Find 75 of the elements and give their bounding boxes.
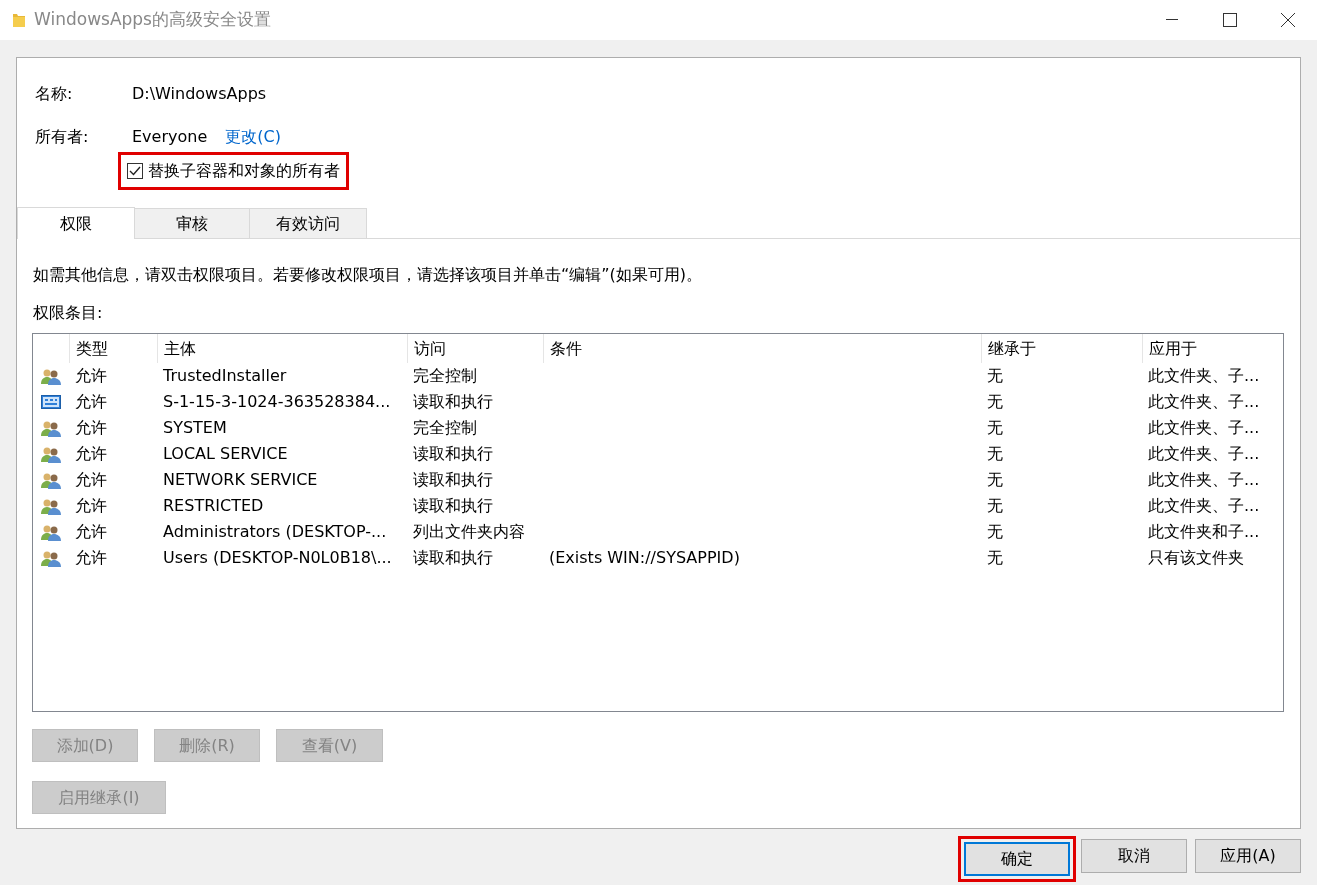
table-cell-text: 允许 — [74, 469, 108, 491]
table-cell-text: 允许 — [74, 365, 108, 387]
table-cell-text: 无 — [986, 391, 1004, 413]
change-owner-link[interactable]: 更改(C) — [225, 125, 281, 149]
table-cell-text: SYSTEM — [162, 417, 228, 439]
table-cell-text: 此文件夹、子... — [1147, 443, 1261, 465]
entries-label: 权限条目: — [32, 302, 104, 324]
table-cell-text: 允许 — [74, 547, 108, 569]
column-header[interactable]: 访问 — [407, 334, 543, 363]
table-cell-text: 无 — [986, 417, 1004, 439]
table-cell-text: 列出文件夹内容 — [412, 521, 526, 543]
table-cell-text: 无 — [986, 547, 1004, 569]
info-text: 如需其他信息，请双击权限项目。若要修改权限项目，请选择该项目并单击“编辑”(如果可用)。 — [32, 264, 704, 286]
tab[interactable]: 权限 — [17, 207, 135, 239]
column-header[interactable]: 主体 — [157, 334, 407, 363]
checkbox-label: 替换子容器和对象的所有者 — [148, 160, 340, 182]
users-icon — [41, 523, 61, 541]
users-icon — [41, 445, 61, 463]
table-cell-text: S-1-15-3-1024-363528384... — [162, 391, 392, 413]
table-cell-text: 无 — [986, 443, 1004, 465]
table-cell-text: 允许 — [74, 443, 108, 465]
table-cell-text: LOCAL SERVICE — [162, 443, 289, 465]
table-cell-text: 无 — [986, 469, 1004, 491]
table-cell-text: 此文件夹、子... — [1147, 417, 1261, 439]
table-cell-text: 读取和执行 — [412, 443, 494, 465]
button[interactable]: 取消 — [1081, 839, 1187, 873]
column-header[interactable]: 应用于 — [1142, 334, 1281, 363]
minimize-icon — [1166, 19, 1178, 21]
table-cell-text: 无 — [986, 521, 1004, 543]
table-cell-text: 允许 — [74, 391, 108, 413]
tab[interactable]: 审核 — [134, 208, 250, 238]
users-icon — [41, 419, 61, 437]
column-header[interactable]: 条件 — [543, 334, 981, 363]
table-cell-text: TrustedInstaller — [162, 365, 288, 387]
table-cell-text: 无 — [986, 365, 1004, 387]
checkbox[interactable] — [127, 163, 143, 179]
table-cell-text: NETWORK SERVICE — [162, 469, 319, 491]
table-cell-text: 允许 — [74, 417, 108, 439]
table-cell-text: Users (DESKTOP-N0L0B18\... — [162, 547, 393, 569]
field-value: D:\WindowsApps — [132, 83, 267, 105]
close-icon — [1281, 13, 1295, 27]
table-cell-text: 完全控制 — [412, 417, 478, 439]
users-icon — [41, 549, 61, 567]
column-header[interactable]: 继承于 — [981, 334, 1142, 363]
folder-icon — [12, 12, 26, 28]
table-cell-text: Administrators (DESKTOP-... — [162, 521, 388, 543]
table-cell-text: RESTRICTED — [162, 495, 265, 517]
field-label: 所有者: — [35, 126, 90, 148]
table-cell-text: 此文件夹、子... — [1147, 365, 1261, 387]
maximize-icon — [1223, 13, 1237, 27]
tab[interactable]: 有效访问 — [249, 208, 367, 238]
table-cell-text: 无 — [986, 495, 1004, 517]
table-cell-text: 读取和执行 — [412, 495, 494, 517]
users-icon — [41, 367, 61, 385]
table-cell-text: 允许 — [74, 495, 108, 517]
table-cell-text: 读取和执行 — [412, 469, 494, 491]
users-icon — [41, 471, 61, 489]
users-icon — [41, 497, 61, 515]
window-title: WindowsApps的高级安全设置 — [34, 8, 271, 32]
table-cell-text: 此文件夹和子... — [1147, 521, 1261, 543]
table-cell-text: (Exists WIN://SYSAPPID) — [548, 547, 741, 569]
table-cell-text: 只有该文件夹 — [1147, 547, 1245, 569]
table-cell-text: 读取和执行 — [412, 547, 494, 569]
table-cell-text: 完全控制 — [412, 365, 478, 387]
app-icon — [41, 395, 61, 409]
table-cell-text: 此文件夹、子... — [1147, 495, 1261, 517]
button[interactable]: 应用(A) — [1195, 839, 1301, 873]
table-cell-text: 读取和执行 — [412, 391, 494, 413]
table-cell-text: 此文件夹、子... — [1147, 469, 1261, 491]
column-header[interactable]: 类型 — [69, 334, 157, 363]
table-cell-text: 允许 — [74, 521, 108, 543]
table-cell-text: 此文件夹、子... — [1147, 391, 1261, 413]
field-value: Everyone — [132, 126, 208, 148]
field-label: 名称: — [35, 83, 74, 105]
button[interactable]: 确定 — [964, 842, 1070, 876]
